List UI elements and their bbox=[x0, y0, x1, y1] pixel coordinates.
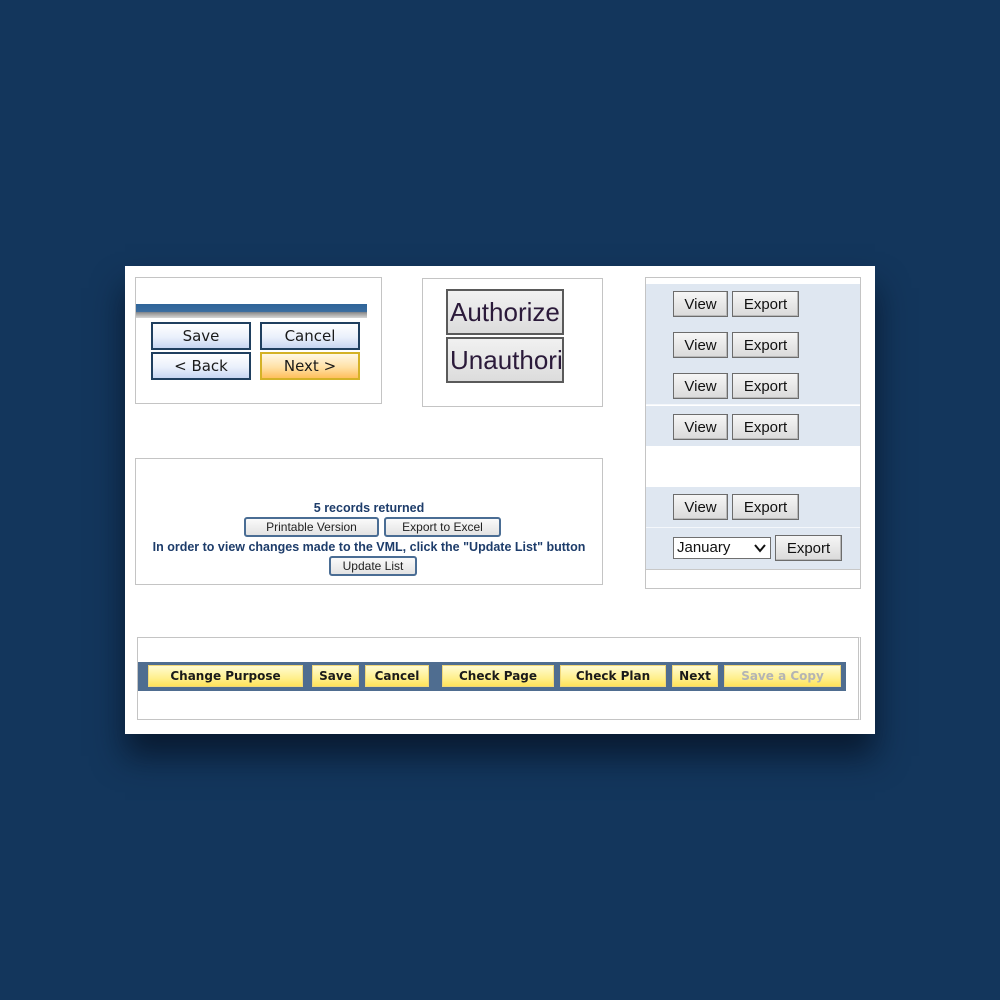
view-button[interactable]: View bbox=[673, 373, 728, 399]
save-a-copy-button[interactable]: Save a Copy bbox=[724, 665, 841, 687]
printable-version-button[interactable]: Printable Version bbox=[244, 517, 379, 537]
export-button[interactable]: Export bbox=[732, 332, 799, 358]
authorize-button[interactable]: Authorize bbox=[446, 289, 564, 335]
cancel-button[interactable]: Cancel bbox=[260, 322, 360, 350]
view-button[interactable]: View bbox=[673, 291, 728, 317]
export-to-excel-button[interactable]: Export to Excel bbox=[384, 517, 501, 537]
action-toolbar-panel: Change Purpose Save Cancel Check Page Ch… bbox=[137, 637, 861, 720]
month-export-button[interactable]: Export bbox=[775, 535, 842, 561]
update-instruction: In order to view changes made to the VML… bbox=[152, 540, 586, 554]
month-select[interactable]: January bbox=[673, 537, 771, 559]
chevron-down-icon bbox=[753, 538, 767, 564]
navigation-buttons-panel: Save Cancel < Back Next > bbox=[135, 277, 382, 404]
check-plan-button[interactable]: Check Plan bbox=[560, 665, 666, 687]
export-button[interactable]: Export bbox=[732, 373, 799, 399]
records-panel: 5 records returned Printable Version Exp… bbox=[135, 458, 603, 585]
header-bar bbox=[136, 304, 367, 318]
export-button[interactable]: Export bbox=[732, 291, 799, 317]
authorization-panel: Authorize Unauthori bbox=[422, 278, 603, 407]
update-list-button[interactable]: Update List bbox=[329, 556, 417, 576]
view-button[interactable]: View bbox=[673, 494, 728, 520]
change-purpose-button[interactable]: Change Purpose bbox=[148, 665, 303, 687]
export-button[interactable]: Export bbox=[732, 414, 799, 440]
toolbar-save-button[interactable]: Save bbox=[312, 665, 359, 687]
view-button[interactable]: View bbox=[673, 332, 728, 358]
save-button[interactable]: Save bbox=[151, 322, 251, 350]
action-toolbar: Change Purpose Save Cancel Check Page Ch… bbox=[138, 662, 846, 691]
month-select-value: January bbox=[677, 539, 731, 556]
screenshot-card: Save Cancel < Back Next > Authorize Unau… bbox=[125, 266, 875, 734]
check-page-button[interactable]: Check Page bbox=[442, 665, 554, 687]
export-button[interactable]: Export bbox=[732, 494, 799, 520]
back-button[interactable]: < Back bbox=[151, 352, 251, 380]
view-button[interactable]: View bbox=[673, 414, 728, 440]
unauthorize-button[interactable]: Unauthori bbox=[446, 337, 564, 383]
export-panel: View Export View Export View Export View… bbox=[645, 277, 861, 589]
toolbar-cancel-button[interactable]: Cancel bbox=[365, 665, 429, 687]
next-button[interactable]: Next > bbox=[260, 352, 360, 380]
records-count: 5 records returned bbox=[313, 501, 425, 515]
toolbar-next-button[interactable]: Next bbox=[672, 665, 718, 687]
